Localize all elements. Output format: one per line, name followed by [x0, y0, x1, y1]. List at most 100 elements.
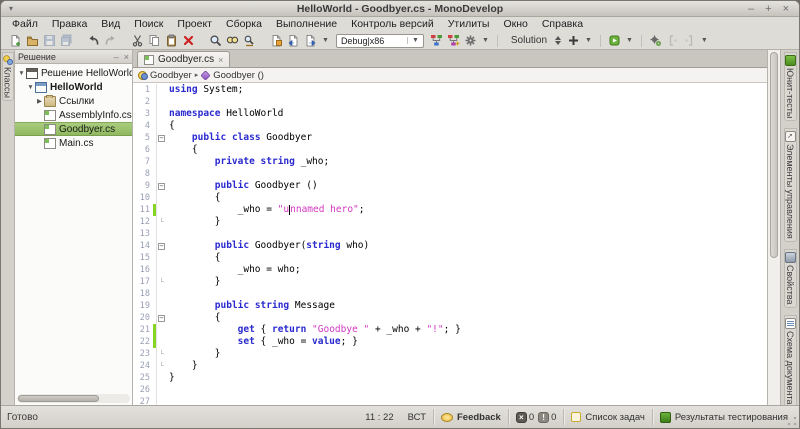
maximize-button[interactable]: +: [765, 2, 771, 16]
expander-icon[interactable]: ▼: [17, 70, 26, 77]
package-dropdown-icon[interactable]: ▼: [623, 37, 636, 44]
code-line-20[interactable]: 20− {: [133, 312, 767, 324]
find-in-files-icon[interactable]: [224, 33, 241, 49]
expander-icon[interactable]: ▼: [26, 84, 35, 91]
debug-threads-icon[interactable]: [428, 33, 445, 49]
code-line-8[interactable]: 8: [133, 168, 767, 180]
new-file-icon[interactable]: [7, 33, 24, 49]
add-dropdown-icon[interactable]: ▼: [582, 37, 595, 44]
menu-6[interactable]: Сборка: [219, 17, 269, 32]
code-line-5[interactable]: 5− public class Goodbyer: [133, 132, 767, 144]
tools-dropdown-icon[interactable]: ▼: [698, 37, 711, 44]
minimize-button[interactable]: –: [748, 2, 754, 16]
code-line-22[interactable]: 22 set { _who = value; }: [133, 336, 767, 348]
copy-icon[interactable]: [146, 33, 163, 49]
code-line-14[interactable]: 14− public Goodbyer(string who): [133, 240, 767, 252]
code-line-21[interactable]: 21 get { return "Goodbye " + _who + "!";…: [133, 324, 767, 336]
code-line-23[interactable]: 23 └ }: [133, 348, 767, 360]
code-line-24[interactable]: 24 └ }: [133, 360, 767, 372]
menu-10[interactable]: Окно: [496, 17, 534, 32]
file-history-icon[interactable]: [268, 33, 285, 49]
code-line-25[interactable]: 25}: [133, 372, 767, 384]
tree-item-assemblyinfo-cs[interactable]: AssemblyInfo.cs: [15, 108, 132, 122]
fold-marker-icon[interactable]: −: [158, 242, 165, 250]
fold-marker-icon[interactable]: −: [158, 134, 165, 142]
code-line-12[interactable]: 12 └ }: [133, 216, 767, 228]
build-gear-icon[interactable]: [647, 33, 664, 49]
solution-horizontal-scrollbar[interactable]: [17, 394, 130, 403]
code-line-15[interactable]: 15 {: [133, 252, 767, 264]
pad-close-icon[interactable]: ×: [124, 52, 129, 62]
paste-icon[interactable]: [163, 33, 180, 49]
test-results-button[interactable]: Результаты тестирования: [651, 409, 795, 425]
prev-document-icon[interactable]: [285, 33, 302, 49]
debug-callstack-icon[interactable]: [445, 33, 462, 49]
scrollbar-thumb[interactable]: [18, 395, 100, 402]
undo-icon[interactable]: [85, 33, 102, 49]
resize-grip[interactable]: [787, 416, 797, 426]
solution-scope-spinner-icon[interactable]: [551, 36, 565, 45]
menu-4[interactable]: Поиск: [127, 17, 170, 32]
menu-1[interactable]: Файл: [5, 17, 45, 32]
code-line-3[interactable]: 3 namespace HelloWorld: [133, 108, 767, 120]
code-line-2[interactable]: 2: [133, 96, 767, 108]
code-line-16[interactable]: 16 _who = who;: [133, 264, 767, 276]
expander-icon[interactable]: ▶: [35, 97, 44, 105]
tree-item-ссылки[interactable]: ▶ Ссылки: [15, 94, 132, 108]
cut-icon[interactable]: [129, 33, 146, 49]
fold-marker-icon[interactable]: −: [158, 314, 165, 322]
code-line-19[interactable]: 19 public string Message: [133, 300, 767, 312]
navigation-dropdown-icon[interactable]: ▼: [319, 37, 332, 44]
close-button[interactable]: ×: [783, 2, 789, 16]
tree-item-goodbyer-cs[interactable]: Goodbyer.cs: [15, 122, 132, 136]
combo-dropdown-icon[interactable]: ▼: [407, 37, 423, 44]
dock-tab-3[interactable]: Свойства: [783, 249, 797, 308]
solution-scope-label[interactable]: Solution: [503, 35, 551, 46]
document-tab-goodbyer[interactable]: Goodbyer.cs ×: [137, 51, 231, 67]
code-line-9[interactable]: 9− public Goodbyer (): [133, 180, 767, 192]
code-line-26[interactable]: 26: [133, 384, 767, 396]
code-line-1[interactable]: 1 using System;: [133, 84, 767, 96]
dock-tab-1[interactable]: Юнит-тесты: [783, 52, 797, 122]
menu-9[interactable]: Утилиты: [441, 17, 497, 32]
menu-11[interactable]: Справка: [535, 17, 590, 32]
build-configuration-combo[interactable]: Debug|x86 ▼: [335, 33, 424, 48]
next-document-icon[interactable]: [302, 33, 319, 49]
tree-item-решение-helloworld[interactable]: ▼ Решение HelloWorld: [15, 66, 132, 80]
breadcrumb-item-2[interactable]: Goodbyer (): [200, 70, 264, 81]
tree-item-helloworld[interactable]: ▼ HelloWorld: [15, 80, 132, 94]
error-warning-counts[interactable]: × 0 ! 0: [507, 409, 564, 425]
feedback-button[interactable]: Feedback: [433, 409, 508, 425]
open-file-icon[interactable]: [24, 33, 41, 49]
breadcrumb-item-1[interactable]: Goodbyer ▸: [138, 70, 198, 81]
editor-vertical-scrollbar[interactable]: [767, 50, 780, 405]
fold-marker-icon[interactable]: −: [158, 182, 165, 190]
dock-tab-classes[interactable]: Классы: [1, 52, 14, 101]
tree-item-main-cs[interactable]: Main.cs: [15, 136, 132, 150]
code-line-11[interactable]: 11 _who = "unnamed hero";: [133, 204, 767, 216]
code-line-10[interactable]: 10 {: [133, 192, 767, 204]
tab-close-icon[interactable]: ×: [218, 55, 223, 65]
code-line-7[interactable]: 7 private string _who;: [133, 156, 767, 168]
task-list-button[interactable]: Список задач: [563, 409, 651, 425]
code-line-17[interactable]: 17 └ }: [133, 276, 767, 288]
code-line-6[interactable]: 6 {: [133, 144, 767, 156]
dock-tab-2[interactable]: Элементы управления: [783, 128, 797, 243]
add-icon[interactable]: [565, 33, 582, 49]
menu-3[interactable]: Вид: [94, 17, 127, 32]
menu-2[interactable]: Правка: [45, 17, 94, 32]
pad-minimize-icon[interactable]: –: [114, 52, 119, 62]
code-line-18[interactable]: 18: [133, 288, 767, 300]
menu-5[interactable]: Проект: [170, 17, 219, 32]
find-replace-icon[interactable]: [241, 33, 258, 49]
code-line-27[interactable]: 27: [133, 396, 767, 405]
run-options-dropdown-icon[interactable]: ▼: [479, 37, 492, 44]
search-icon[interactable]: [207, 33, 224, 49]
delete-icon[interactable]: [180, 33, 197, 49]
gear-icon[interactable]: [462, 33, 479, 49]
code-line-13[interactable]: 13: [133, 228, 767, 240]
dock-tab-4[interactable]: Схема документа: [783, 314, 797, 408]
scrollbar-thumb[interactable]: [770, 52, 778, 258]
code-editor[interactable]: 1 using System; 2 3 namespace HelloWorld 4{5−…: [133, 83, 767, 405]
code-line-4[interactable]: 4{: [133, 120, 767, 132]
